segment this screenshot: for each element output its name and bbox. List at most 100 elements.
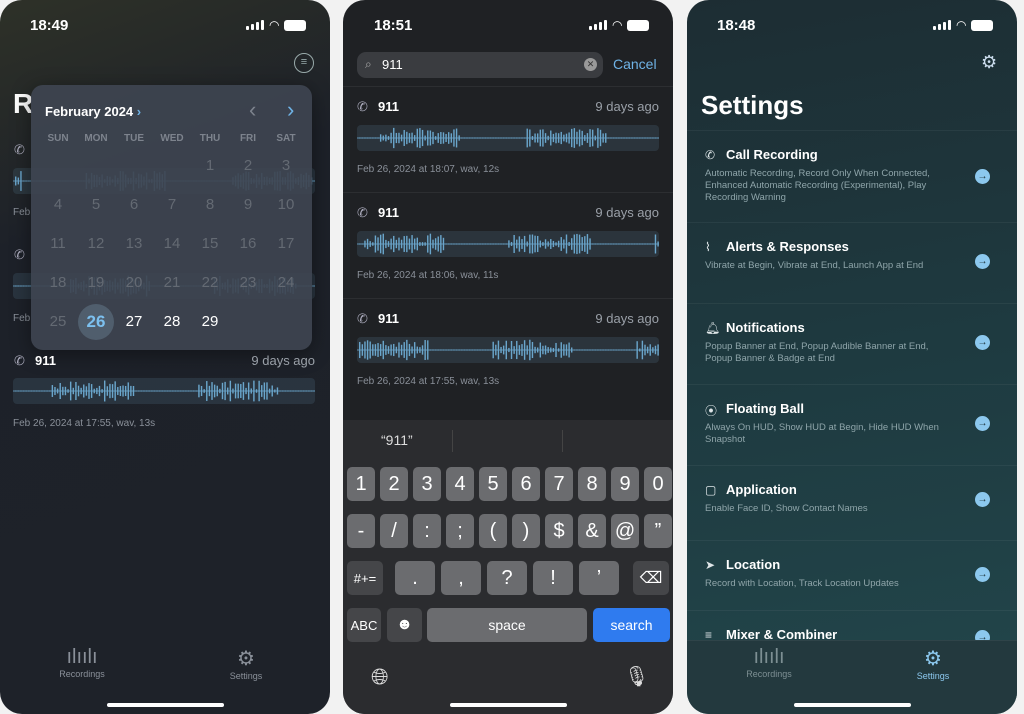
settings-item[interactable]: 🔔︎ Notifications Popup Banner at End, Po… — [687, 303, 1017, 384]
day-1[interactable]: 1 — [191, 157, 229, 174]
key[interactable]: ! — [533, 561, 573, 595]
arrow-right-icon[interactable]: → — [975, 335, 990, 350]
day-2[interactable]: 2 — [229, 157, 267, 174]
day-3[interactable]: 3 — [267, 157, 305, 174]
day-23[interactable]: 23 — [229, 274, 267, 291]
key[interactable]: . — [395, 561, 435, 595]
tab-recordings[interactable]: ılıılı Recordings — [42, 646, 122, 679]
day-5[interactable]: 5 — [77, 196, 115, 213]
microphone-icon[interactable]: 🎙︎ — [624, 664, 649, 689]
day-13[interactable]: 13 — [115, 235, 153, 252]
day-24[interactable]: 24 — [267, 274, 305, 291]
day-12[interactable]: 12 — [77, 235, 115, 252]
key[interactable]: 9 — [611, 467, 639, 501]
key[interactable]: 6 — [512, 467, 540, 501]
waveform-bar — [182, 390, 184, 392]
filter-icon[interactable]: ≡ — [294, 53, 314, 73]
key[interactable]: 5 — [479, 467, 507, 501]
waveform-bar — [432, 239, 434, 249]
day-15[interactable]: 15 — [191, 235, 229, 252]
day-14[interactable]: 14 — [153, 235, 191, 252]
cancel-button[interactable]: Cancel — [613, 56, 657, 72]
key[interactable]: 4 — [446, 467, 474, 501]
key[interactable]: ) — [512, 514, 540, 548]
day-7[interactable]: 7 — [153, 196, 191, 213]
waveform[interactable] — [357, 125, 659, 151]
previous-month-button[interactable]: ‹ — [249, 97, 256, 123]
search-key[interactable]: search — [593, 608, 670, 642]
settings-item[interactable]: ⌇ Alerts & Responses Vibrate at Begin, V… — [687, 222, 1017, 303]
day-11[interactable]: 11 — [39, 235, 77, 252]
key[interactable]: 0 — [644, 467, 672, 501]
key[interactable]: $ — [545, 514, 573, 548]
key[interactable]: : — [413, 514, 441, 548]
settings-item[interactable]: ✆ Call Recording Automatic Recording, Re… — [687, 130, 1017, 222]
key[interactable]: ; — [446, 514, 474, 548]
clear-icon[interactable]: ✕ — [584, 58, 597, 71]
day-16[interactable]: 16 — [229, 235, 267, 252]
waveform-bar — [458, 135, 460, 141]
day-19[interactable]: 19 — [77, 274, 115, 291]
result-row[interactable]: ✆ 911 9 days ago Feb 26, 2024 at 18:06, … — [343, 192, 673, 298]
settings-item[interactable]: ▢ Application Enable Face ID, Show Conta… — [687, 465, 1017, 540]
day-26[interactable]: 26 — [77, 312, 115, 332]
day-25[interactable]: 25 — [39, 313, 77, 330]
waveform[interactable] — [13, 378, 315, 404]
waveform[interactable] — [357, 337, 659, 363]
result-row[interactable]: ✆ 911 9 days ago Feb 26, 2024 at 18:07, … — [343, 86, 673, 192]
day-28[interactable]: 28 — [153, 313, 191, 330]
emoji-key[interactable]: ☻ — [387, 608, 422, 642]
tab-recordings[interactable]: ılıılı Recordings — [729, 646, 809, 679]
key[interactable]: @ — [611, 514, 639, 548]
abc-key[interactable]: ABC — [347, 608, 381, 642]
key[interactable]: 2 — [380, 467, 408, 501]
key[interactable]: / — [380, 514, 408, 548]
space-key[interactable]: space — [427, 608, 587, 642]
day-29[interactable]: 29 — [191, 313, 229, 330]
key[interactable]: - — [347, 514, 375, 548]
key[interactable]: 7 — [545, 467, 573, 501]
key[interactable]: & — [578, 514, 606, 548]
day-4[interactable]: 4 — [39, 196, 77, 213]
key[interactable]: ’ — [579, 561, 619, 595]
arrow-right-icon[interactable]: → — [975, 169, 990, 184]
result-row[interactable]: ✆ 911 9 days ago Feb 26, 2024 at 17:55, … — [343, 298, 673, 404]
arrow-right-icon[interactable]: → — [975, 416, 990, 431]
key[interactable]: ? — [487, 561, 527, 595]
settings-item[interactable]: ⦿ Floating Ball Always On HUD, Show HUD … — [687, 384, 1017, 465]
key[interactable]: ( — [479, 514, 507, 548]
waveform[interactable] — [357, 231, 659, 257]
calendar-month[interactable]: February 2024 › — [45, 104, 141, 119]
globe-icon[interactable]: 🌐︎ — [371, 664, 389, 690]
settings-item[interactable]: ➤ Location Record with Location, Track L… — [687, 540, 1017, 610]
day-17[interactable]: 17 — [267, 235, 305, 252]
day-22[interactable]: 22 — [191, 274, 229, 291]
key[interactable]: 8 — [578, 467, 606, 501]
gear-badge-icon[interactable]: ⚙ — [981, 52, 997, 73]
delete-key[interactable]: ⌫ — [633, 561, 669, 595]
symbols-key[interactable]: #+= — [347, 561, 383, 595]
day-8[interactable]: 8 — [191, 196, 229, 213]
tab-settings[interactable]: ⚙ Settings — [206, 646, 286, 681]
day-18[interactable]: 18 — [39, 274, 77, 291]
day-9[interactable]: 9 — [229, 196, 267, 213]
phone-icon: ✆ — [14, 247, 25, 262]
day-21[interactable]: 21 — [153, 274, 191, 291]
day-10[interactable]: 10 — [267, 196, 305, 213]
waveform-bar — [432, 349, 434, 351]
arrow-right-icon[interactable]: → — [975, 254, 990, 269]
day-6[interactable]: 6 — [115, 196, 153, 213]
arrow-right-icon[interactable]: → — [975, 567, 990, 582]
suggestion[interactable]: “911” — [381, 432, 413, 448]
key[interactable]: ” — [644, 514, 672, 548]
key[interactable]: , — [441, 561, 481, 595]
waveform-bar — [479, 137, 481, 139]
tab-settings[interactable]: ⚙ Settings — [893, 646, 973, 681]
next-month-button[interactable]: › — [287, 97, 294, 123]
key[interactable]: 3 — [413, 467, 441, 501]
arrow-right-icon[interactable]: → — [975, 492, 990, 507]
day-20[interactable]: 20 — [115, 274, 153, 291]
key[interactable]: 1 — [347, 467, 375, 501]
search-input[interactable]: ⌕ 911 ✕ — [357, 52, 603, 78]
day-27[interactable]: 27 — [115, 313, 153, 330]
